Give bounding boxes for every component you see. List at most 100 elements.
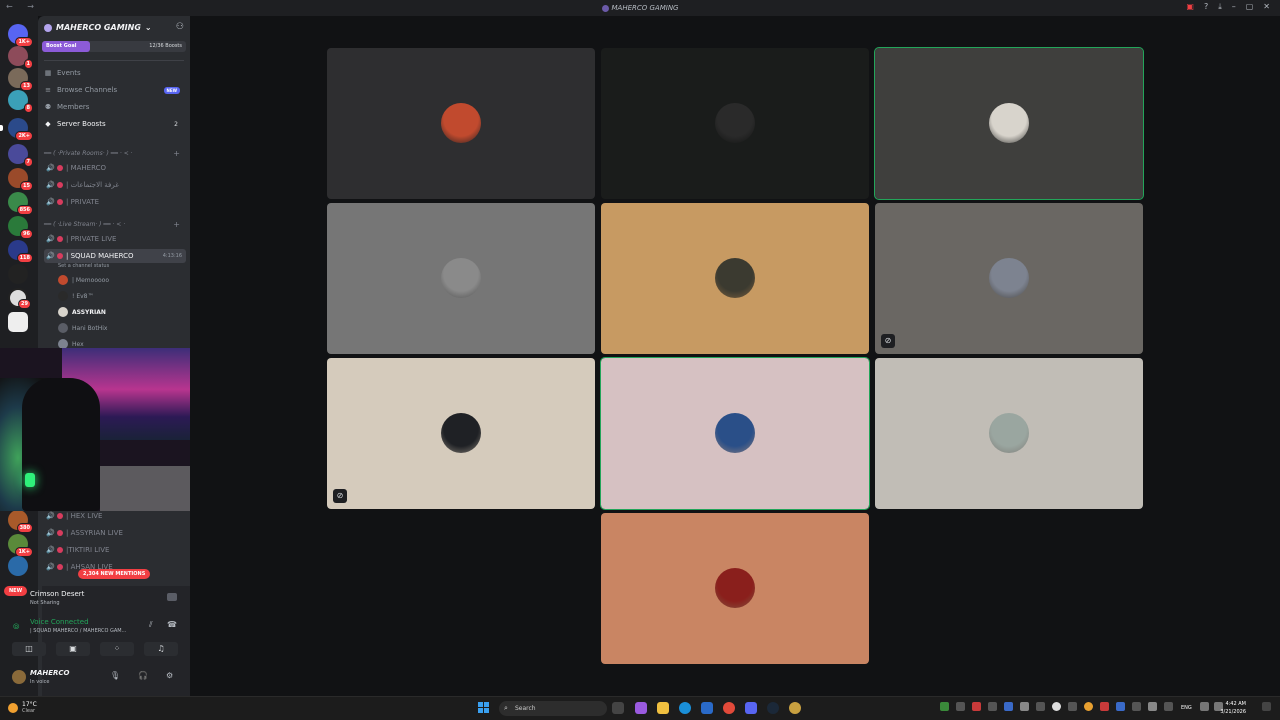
new-unreads-pill[interactable]: NEW [4, 586, 28, 596]
participant-tile[interactable] [875, 358, 1143, 509]
help-icon[interactable]: ? [1204, 2, 1208, 12]
tray-app-icon[interactable] [940, 702, 949, 711]
headphones-icon[interactable]: 🎧 [138, 671, 148, 680]
channel-status-link[interactable]: Set a channel status [58, 263, 109, 269]
server-name-header[interactable]: MAHERCO GAMING ⌄ [44, 23, 152, 32]
share-screen-icon[interactable] [167, 593, 177, 601]
server-icon[interactable]: 15 [8, 168, 33, 191]
app-icon[interactable] [789, 702, 801, 714]
file-explorer-icon[interactable] [657, 702, 669, 714]
user-avatar[interactable] [12, 670, 26, 684]
tray-app-icon[interactable] [1084, 702, 1093, 711]
wifi-icon[interactable] [1200, 702, 1209, 711]
server-icon[interactable]: 1 [8, 46, 33, 69]
direct-messages-icon[interactable]: 1K+ [8, 24, 33, 47]
tray-app-icon[interactable] [1100, 702, 1109, 711]
maximize-button[interactable]: ▢ [1246, 2, 1254, 12]
tray-app-icon[interactable] [956, 702, 965, 711]
category-private-rooms[interactable]: ━━ ( ·Private Rooms· ) ━━ · < · + [44, 149, 184, 158]
voice-channel[interactable]: 🔊 | ASSYRIAN LIVE [44, 526, 186, 540]
language-indicator[interactable]: ENG [1181, 705, 1192, 711]
noise-suppression-icon[interactable]: ⫽ [149, 620, 153, 630]
taskbar-search[interactable]: ⌕ Search [499, 701, 607, 716]
voice-channel[interactable]: 🔊 |TIKTIRI LIVE [44, 543, 186, 557]
server-icon[interactable]: 13 [8, 68, 33, 91]
voice-member[interactable]: | Memooooo [58, 275, 109, 285]
participant-tile[interactable]: ⊘ [875, 203, 1143, 354]
participant-tile[interactable] [600, 357, 870, 510]
soundboard-button[interactable]: ♫ [144, 642, 178, 656]
screen-share-button[interactable]: ▣ [56, 642, 90, 656]
steam-icon[interactable] [767, 702, 779, 714]
boost-goal-bar[interactable]: Boost Goal 12/36 Boosts [42, 41, 186, 52]
add-channel-icon[interactable]: + [173, 220, 180, 229]
tray-app-icon[interactable] [1036, 702, 1045, 711]
close-button[interactable]: ✕ [1263, 2, 1270, 12]
gear-icon[interactable]: ⚙ [166, 671, 173, 680]
disconnect-icon[interactable]: ☎ [167, 620, 177, 629]
server-icon[interactable] [8, 556, 28, 576]
tray-app-icon[interactable] [1068, 702, 1077, 711]
weather-widget[interactable]: 17°C Clear [8, 701, 37, 714]
participant-tile[interactable] [874, 47, 1144, 200]
participant-tile[interactable]: ⊘ [327, 358, 595, 509]
server-icon[interactable]: 118 [8, 240, 33, 263]
nav-server-boosts[interactable]: ◆ Server Boosts 2 [44, 120, 184, 128]
voice-channel-selected[interactable]: 🔊 | SQUAD MAHERCO 4:13:16 [44, 249, 186, 263]
server-icon[interactable]: 7 [8, 144, 33, 167]
username[interactable]: MAHERCO [30, 669, 70, 677]
voice-channel[interactable]: 🔊 | PRIVATE LIVE [44, 232, 186, 246]
tray-app-icon[interactable] [1148, 702, 1157, 711]
minimize-button[interactable]: – [1232, 2, 1236, 12]
server-icon[interactable]: 2K+ [0, 118, 33, 141]
server-icon[interactable]: 380 [8, 510, 33, 533]
tray-app-icon[interactable] [1164, 702, 1173, 711]
voice-connected-label[interactable]: Voice Connected [30, 618, 89, 626]
inbox-icon[interactable]: ▣ [1186, 2, 1194, 12]
tray-app-icon[interactable] [1132, 702, 1141, 711]
tray-app-icon[interactable] [1004, 702, 1013, 711]
participant-tile[interactable] [327, 203, 595, 354]
voice-channel[interactable]: 🔊 | MAHERCO [44, 161, 186, 175]
server-icon[interactable]: 96 [8, 216, 33, 239]
tray-app-icon[interactable] [988, 702, 997, 711]
add-channel-icon[interactable]: + [173, 149, 180, 158]
copilot-icon[interactable] [635, 702, 647, 714]
voice-channel[interactable]: 🔊 | PRIVATE [44, 195, 186, 209]
server-icon[interactable] [8, 312, 28, 332]
participant-tile[interactable] [327, 48, 595, 199]
voice-member[interactable]: ASSYRIAN [58, 307, 106, 317]
server-icon[interactable]: 8 [8, 90, 33, 113]
activities-button[interactable]: ⁘ [100, 642, 134, 656]
server-icon[interactable]: 856 [8, 192, 33, 215]
microphone-icon[interactable]: 🎙 [110, 671, 120, 680]
participant-tile[interactable] [601, 513, 869, 664]
bluetooth-icon[interactable] [1116, 702, 1125, 711]
voice-member[interactable]: ! Ev8™ [58, 291, 93, 301]
windows-start-icon[interactable] [478, 702, 490, 714]
system-clock[interactable]: 4:42 AM 3/21/2026 [1220, 700, 1246, 716]
tray-app-icon[interactable] [1052, 702, 1061, 711]
chrome-icon[interactable] [723, 702, 735, 714]
participant-tile[interactable] [601, 48, 869, 199]
store-icon[interactable] [701, 702, 713, 714]
discord-icon[interactable] [745, 702, 757, 714]
voice-channel[interactable]: 🔊 | غرفة الاجتماعات [44, 178, 186, 192]
category-live-stream[interactable]: ━━ ( ·Live Stream· ) ━━ · < · + [44, 220, 184, 229]
edge-icon[interactable] [679, 702, 691, 714]
nav-browse-channels[interactable]: ≡ Browse Channels NEW [44, 86, 184, 94]
tray-app-icon[interactable] [1020, 702, 1029, 711]
notifications-icon[interactable] [1262, 702, 1271, 711]
participant-tile[interactable] [601, 203, 869, 354]
voice-member[interactable]: Hani BotHix [58, 323, 107, 333]
server-icon[interactable]: 29 [8, 288, 31, 309]
tray-app-icon[interactable] [972, 702, 981, 711]
task-view-icon[interactable] [612, 702, 624, 714]
invite-icon[interactable]: ⚇ [176, 22, 184, 32]
server-icon[interactable]: 1K+ [8, 534, 33, 557]
voice-channel[interactable]: 🔊 | HEX LIVE [44, 509, 186, 523]
nav-members[interactable]: ⚉ Members [44, 103, 184, 111]
voice-channel-path[interactable]: | SQUAD MAHERCO / MAHERCO GAM... [30, 628, 126, 634]
new-mentions-pill[interactable]: 2,304 NEW MENTIONS [78, 569, 151, 579]
nav-events[interactable]: ▦ Events [44, 69, 184, 77]
